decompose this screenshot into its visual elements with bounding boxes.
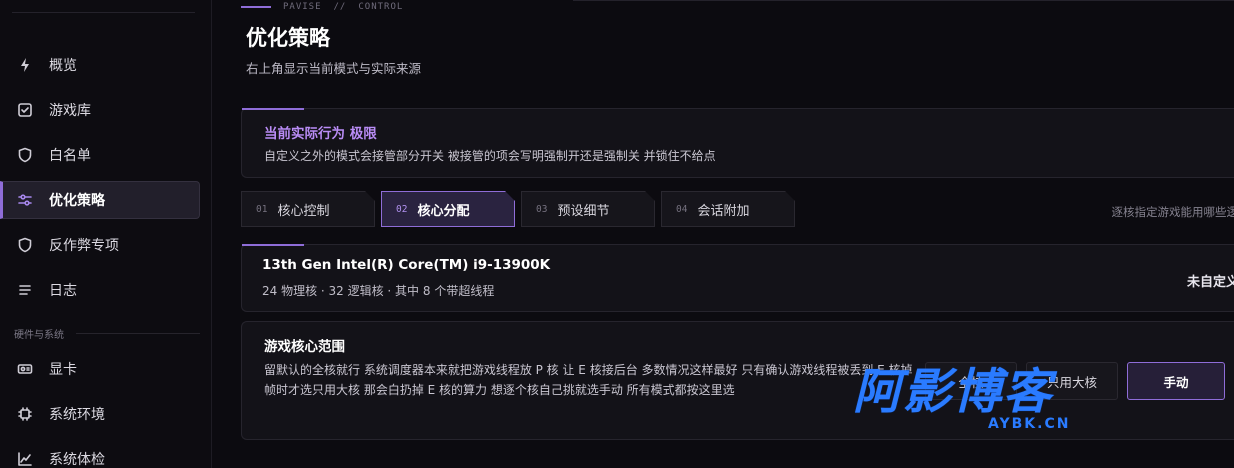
panel-accent-bar xyxy=(242,108,304,110)
watermark-main-text: 阿影博客 xyxy=(853,364,1054,420)
sidebar-section-hardware: 硬件与系统 xyxy=(14,326,200,341)
shield-icon xyxy=(16,236,34,254)
sidebar-item-label: 系统体检 xyxy=(49,452,105,468)
shield-icon xyxy=(16,146,34,164)
tab-session-extras[interactable]: 04 会话附加 xyxy=(661,191,795,227)
tab-label: 会话附加 xyxy=(697,203,750,219)
cpu-name: 13th Gen Intel(R) Core(TM) i9-13900K xyxy=(262,257,551,273)
sidebar-item-logs[interactable]: 日志 xyxy=(0,271,200,309)
eyebrow-right: CONTROL xyxy=(358,2,404,12)
tab-number: 02 xyxy=(396,203,408,215)
sidebar-item-label: 日志 xyxy=(49,283,77,299)
tab-label: 核心分配 xyxy=(417,203,470,219)
eyebrow-left: PAVISE xyxy=(283,2,322,12)
section-label-text: 硬件与系统 xyxy=(14,330,64,341)
sidebar-item-system-env[interactable]: 系统环境 xyxy=(0,395,200,433)
option-manual[interactable]: 手动 xyxy=(1127,362,1225,400)
tab-description: 逐核指定游戏能用哪些逻 xyxy=(1111,205,1234,219)
list-icon xyxy=(16,281,34,299)
tab-core-control[interactable]: 01 核心控制 xyxy=(241,191,375,227)
eyebrow: PAVISE // CONTROL xyxy=(241,2,403,12)
sidebar: 概览 游戏库 白名单 优化策略 反作弊专项 日志 硬件与系统 显卡 系统环境 系… xyxy=(0,0,212,468)
page-subtitle: 右上角显示当前模式与实际来源 xyxy=(246,61,422,76)
sidebar-item-system-check[interactable]: 系统体检 xyxy=(0,440,200,468)
cpu-core-info: 24 物理核 · 32 逻辑核 · 其中 8 个带超线程 xyxy=(262,284,495,298)
tab-label: 核心控制 xyxy=(277,203,330,219)
sidebar-item-label: 白名单 xyxy=(49,148,91,164)
eyebrow-accent-bar xyxy=(241,6,271,8)
sidebar-item-label: 概览 xyxy=(49,58,77,74)
sidebar-item-anticheat[interactable]: 反作弊专项 xyxy=(0,226,200,264)
checkbox-icon xyxy=(16,101,34,119)
cpu-info-panel: 13th Gen Intel(R) Core(TM) i9-13900K 24 … xyxy=(241,244,1234,312)
core-range-title: 游戏核心范围 xyxy=(264,339,345,355)
current-behavior-description: 自定义之外的模式会接管部分开关 被接管的项会写明强制开还是强制关 并锁住不给点 xyxy=(264,149,716,163)
tab-label: 预设细节 xyxy=(557,203,610,219)
header-divider xyxy=(573,0,1234,1)
tab-core-assignment[interactable]: 02 核心分配 xyxy=(381,191,515,227)
sidebar-item-label: 游戏库 xyxy=(49,103,91,119)
watermark-logo: 阿影博客 AYBK.CN xyxy=(853,366,1118,434)
chip-icon xyxy=(16,405,34,423)
option-label: 手动 xyxy=(1163,374,1189,390)
tab-number: 01 xyxy=(256,203,268,215)
sidebar-item-label: 优化策略 xyxy=(49,193,105,209)
tab-number: 04 xyxy=(676,203,688,215)
chart-line-icon xyxy=(16,450,34,468)
watermark-sub-text: AYBK.CN xyxy=(988,416,1071,432)
sidebar-item-label: 显卡 xyxy=(49,362,77,378)
current-behavior-title: 当前实际行为 极限 xyxy=(264,126,377,142)
sidebar-item-game-library[interactable]: 游戏库 xyxy=(0,91,200,129)
sidebar-top-divider xyxy=(12,12,195,13)
sliders-icon xyxy=(16,191,34,209)
sidebar-item-whitelist[interactable]: 白名单 xyxy=(0,136,200,174)
eyebrow-separator: // xyxy=(333,2,347,12)
sidebar-item-label: 系统环境 xyxy=(49,407,105,423)
sidebar-item-overview[interactable]: 概览 xyxy=(0,46,200,84)
bolt-icon xyxy=(16,56,34,74)
sidebar-item-gpu[interactable]: 显卡 xyxy=(0,350,200,388)
core-range-description: 留默认的全核就行 系统调度器本来就把游戏线程放 P 核 让 E 核接后台 多数情… xyxy=(264,363,913,397)
tab-preset-details[interactable]: 03 预设细节 xyxy=(521,191,655,227)
panel-accent-bar xyxy=(242,244,304,246)
gpu-icon xyxy=(16,360,34,378)
tab-number: 03 xyxy=(536,203,548,215)
page-title: 优化策略 xyxy=(246,26,330,50)
section-divider xyxy=(76,333,200,334)
sidebar-item-optimization[interactable]: 优化策略 xyxy=(0,181,200,219)
cpu-custom-status: 未自定义 xyxy=(1186,275,1234,290)
sidebar-item-label: 反作弊专项 xyxy=(49,238,119,254)
current-behavior-panel: 当前实际行为 极限 自定义之外的模式会接管部分开关 被接管的项会写明强制开还是强… xyxy=(241,108,1234,178)
